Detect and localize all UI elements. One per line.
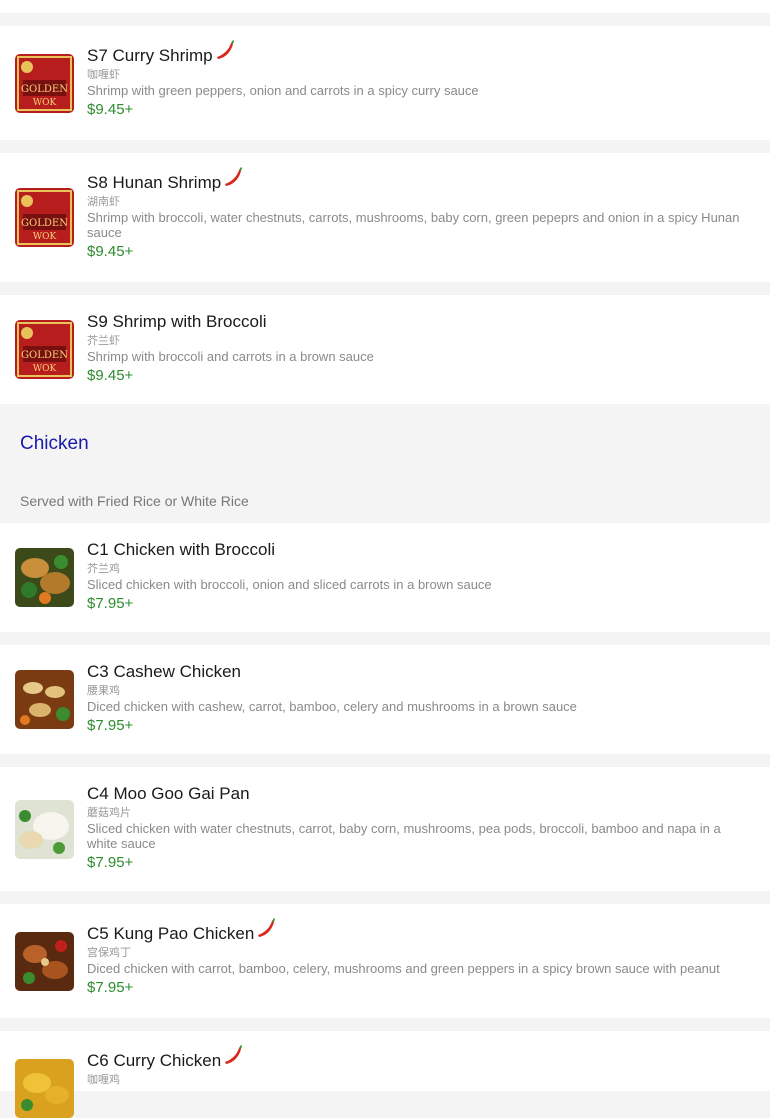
item-description: Shrimp with green peppers, onion and car… — [87, 83, 479, 98]
menu-item-c4-moo-goo-gai-pan[interactable]: C4 Moo Goo Gai Pan 蘑菇鸡片 Sliced chicken w… — [0, 767, 770, 891]
item-name[interactable]: C1 Chicken with Broccoli — [87, 540, 275, 560]
item-description: Diced chicken with cashew, carrot, bambo… — [87, 699, 577, 714]
menu-item-c5-kung-pao-chicken[interactable]: C5 Kung Pao Chicken 宫保鸡丁 Diced chicken w… — [0, 904, 770, 1018]
item-chinese-name: 芥兰虾 — [87, 335, 120, 347]
category-header-chicken: Chicken Served with Fried Rice or White … — [0, 404, 770, 522]
item-price: $9.45+ — [87, 243, 134, 260]
item-name[interactable]: S8 Hunan Shrimp — [87, 173, 221, 193]
item-chinese-name: 芥兰鸡 — [87, 563, 120, 575]
menu-item-s9-shrimp-with-broccoli[interactable]: GOLDEN WOK S9 Shrimp with Broccoli 芥兰虾 Sh… — [0, 295, 770, 404]
item-price: $7.95+ — [87, 854, 134, 871]
svg-text:WOK: WOK — [33, 98, 57, 108]
item-name[interactable]: C5 Kung Pao Chicken — [87, 924, 254, 944]
dish-photo-thumb — [15, 800, 74, 859]
chili-pepper-icon — [225, 1045, 243, 1064]
category-note: Served with Fried Rice or White Rice — [20, 493, 249, 509]
item-chinese-name: 咖喱虾 — [87, 69, 120, 81]
menu-item-s8-hunan-shrimp[interactable]: GOLDEN WOK S8 Hunan Shrimp 湖南虾 Shrimp wit… — [0, 153, 770, 282]
chili-pepper-icon — [258, 918, 276, 937]
menu-page: GOLDEN WOK S7 Curry Shrimp 咖喱虾 Shrimp wit… — [0, 0, 770, 1118]
item-description: Shrimp with broccoli and carrots in a br… — [87, 349, 374, 364]
category-title[interactable]: Chicken — [20, 433, 89, 455]
golden-wok-logo-thumb: GOLDEN WOK — [15, 188, 74, 247]
svg-text:WOK: WOK — [33, 232, 57, 242]
svg-text:GOLDEN: GOLDEN — [21, 350, 68, 361]
dish-photo-thumb — [15, 932, 74, 991]
item-name[interactable]: C6 Curry Chicken — [87, 1051, 221, 1071]
item-price: $7.95+ — [87, 717, 134, 734]
menu-item-c3-cashew-chicken[interactable]: C3 Cashew Chicken 腰果鸡 Diced chicken with… — [0, 645, 770, 754]
item-chinese-name: 湖南虾 — [87, 196, 120, 208]
item-chinese-name: 咖喱鸡 — [87, 1074, 120, 1086]
item-chinese-name: 宫保鸡丁 — [87, 947, 131, 959]
item-name[interactable]: C4 Moo Goo Gai Pan — [87, 784, 250, 804]
dish-photo-thumb — [15, 1059, 74, 1118]
svg-text:GOLDEN: GOLDEN — [21, 218, 68, 229]
dish-photo-thumb — [15, 670, 74, 729]
item-description: Diced chicken with carrot, bamboo, celer… — [87, 961, 720, 976]
golden-wok-logo-thumb: GOLDEN WOK — [15, 54, 74, 113]
menu-item-c6-curry-chicken[interactable]: C6 Curry Chicken 咖喱鸡 — [0, 1031, 770, 1118]
item-description: Sliced chicken with water chestnuts, car… — [87, 821, 721, 851]
item-name[interactable]: S9 Shrimp with Broccoli — [87, 312, 267, 332]
menu-item-c1-chicken-with-broccoli[interactable]: C1 Chicken with Broccoli 芥兰鸡 Sliced chic… — [0, 523, 770, 632]
item-price: $9.45+ — [87, 367, 134, 384]
golden-wok-logo-thumb: GOLDEN WOK — [15, 320, 74, 379]
item-price: $7.95+ — [87, 979, 134, 996]
item-description: Shrimp with broccoli, water chestnuts, c… — [87, 210, 740, 240]
item-description: Sliced chicken with broccoli, onion and … — [87, 577, 492, 592]
item-chinese-name: 腰果鸡 — [87, 685, 120, 697]
previous-item-card — [0, 0, 770, 13]
chili-pepper-icon — [216, 40, 234, 59]
svg-text:GOLDEN: GOLDEN — [21, 84, 68, 95]
svg-text:WOK: WOK — [33, 364, 57, 374]
item-chinese-name: 蘑菇鸡片 — [87, 807, 131, 819]
menu-item-s7-curry-shrimp[interactable]: GOLDEN WOK S7 Curry Shrimp 咖喱虾 Shrimp wit… — [0, 26, 770, 140]
dish-photo-thumb — [15, 548, 74, 607]
item-name[interactable]: C3 Cashew Chicken — [87, 662, 241, 682]
item-price: $7.95+ — [87, 595, 134, 612]
item-name[interactable]: S7 Curry Shrimp — [87, 46, 213, 66]
item-price: $9.45+ — [87, 101, 134, 118]
chili-pepper-icon — [225, 167, 243, 186]
